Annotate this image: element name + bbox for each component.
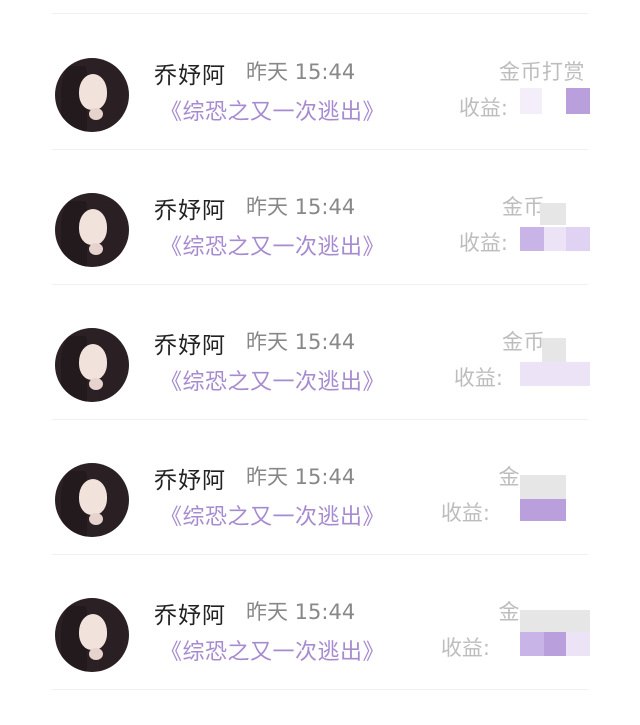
- book-title-link[interactable]: 《综恐之又一次逃出》: [160, 499, 385, 531]
- user-name[interactable]: 乔妤阿: [154, 191, 226, 225]
- book-title-link[interactable]: 《综恐之又一次逃出》: [160, 94, 385, 126]
- avatar[interactable]: [55, 58, 129, 132]
- reward-list-item[interactable]: 乔妤阿 昨天 15:44 《综恐之又一次逃出》 金币 收益:: [0, 183, 640, 318]
- avatar[interactable]: [55, 193, 129, 267]
- income-label: 收益:: [440, 501, 490, 525]
- avatar[interactable]: [55, 463, 129, 537]
- divider: [52, 284, 588, 285]
- timestamp: 昨天 15:44: [246, 60, 356, 84]
- divider-top: [52, 13, 588, 14]
- reward-list-item[interactable]: 乔妤阿 昨天 15:44 《综恐之又一次逃出》 金币打赏 收益:: [0, 48, 640, 183]
- book-title-link[interactable]: 《综恐之又一次逃出》: [160, 229, 385, 261]
- income-label: 收益:: [458, 96, 508, 120]
- reward-type-label: 金币打赏: [499, 60, 585, 84]
- divider: [52, 149, 588, 150]
- reward-list-item[interactable]: 乔妤阿 昨天 15:44 《综恐之又一次逃出》 金币 收益:: [0, 318, 640, 453]
- blurred-income-value: [520, 610, 590, 658]
- reward-list-item[interactable]: 乔妤阿 昨天 15:44 《综恐之又一次逃出》 金 收益:: [0, 453, 640, 588]
- income-label: 收益:: [458, 231, 508, 255]
- divider: [52, 554, 588, 555]
- user-name[interactable]: 乔妤阿: [154, 56, 226, 90]
- timestamp: 昨天 15:44: [246, 330, 356, 354]
- reward-type-label: 金: [498, 465, 520, 489]
- reward-list-item[interactable]: 乔妤阿 昨天 15:44 《综恐之又一次逃出》 金 收益:: [0, 588, 640, 723]
- divider: [52, 419, 588, 420]
- avatar[interactable]: [55, 328, 129, 402]
- reward-type-label: 金: [498, 600, 520, 624]
- blurred-income-value: [520, 201, 590, 253]
- timestamp: 昨天 15:44: [246, 195, 356, 219]
- user-name[interactable]: 乔妤阿: [154, 461, 226, 495]
- blurred-income-value: [520, 475, 590, 523]
- book-title-link[interactable]: 《综恐之又一次逃出》: [160, 364, 385, 396]
- blurred-income-value: [520, 88, 590, 114]
- timestamp: 昨天 15:44: [246, 600, 356, 624]
- user-name[interactable]: 乔妤阿: [154, 326, 226, 360]
- book-title-link[interactable]: 《综恐之又一次逃出》: [160, 634, 385, 666]
- income-label: 收益:: [453, 366, 503, 390]
- divider: [52, 689, 588, 690]
- avatar[interactable]: [55, 598, 129, 672]
- income-label: 收益:: [440, 636, 490, 660]
- blurred-income-value: [520, 338, 590, 388]
- user-name[interactable]: 乔妤阿: [154, 596, 226, 630]
- timestamp: 昨天 15:44: [246, 465, 356, 489]
